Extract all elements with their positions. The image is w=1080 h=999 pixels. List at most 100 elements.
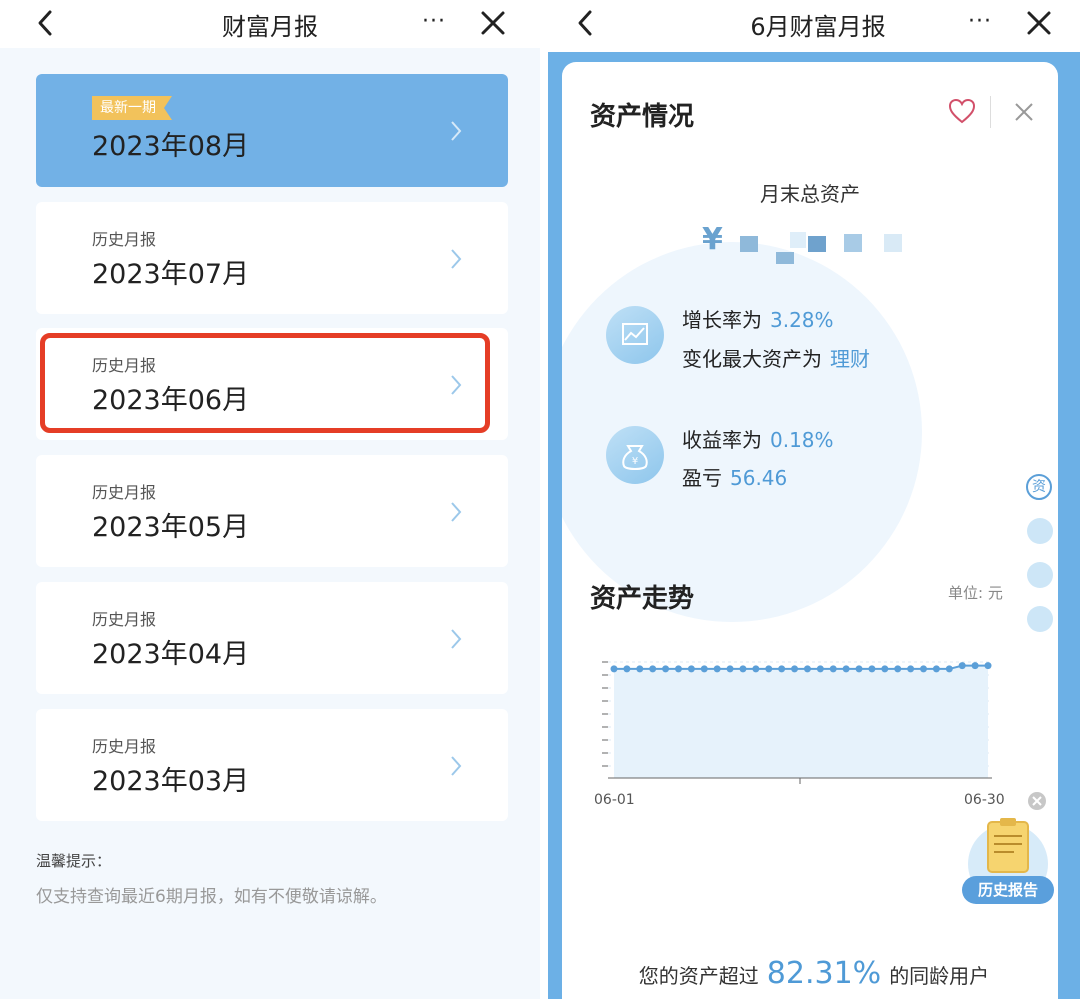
unit-label: 单位: 元 <box>948 584 1003 602</box>
data-point <box>920 665 928 673</box>
svg-text:¥: ¥ <box>632 456 638 467</box>
history-report-button[interactable]: 历史报告 <box>962 876 1054 904</box>
currency-symbol: ¥ <box>702 222 723 257</box>
side-nav-dot[interactable] <box>1027 606 1053 632</box>
peer-percent: 82.31% <box>766 956 882 991</box>
data-point <box>971 662 979 670</box>
monthly-report-list-screen: 财富月报 ··· 最新一期 2023年08月 历史月报 2023年07月 历史月… <box>0 0 540 999</box>
data-point <box>662 665 670 673</box>
data-point <box>868 665 876 673</box>
asset-trend-chart: 06-01 06-30 <box>594 661 1005 808</box>
yield-rate-label: 收益率为 <box>682 428 762 452</box>
yield-rate-line: 收益率为 0.18% <box>682 424 834 453</box>
side-nav-assets[interactable]: 资 <box>1026 474 1052 500</box>
report-month: 2023年04月 <box>92 639 250 670</box>
data-point <box>791 665 799 673</box>
history-report-card[interactable]: 历史月报 2023年04月 <box>36 582 508 694</box>
data-point <box>713 665 721 673</box>
tip-text: 仅支持查询最近6期月报，如有不便敬请谅解。 <box>36 887 387 907</box>
chevron-right-icon <box>451 502 462 522</box>
money-bag-icon: ¥ <box>606 426 664 484</box>
data-point <box>984 662 992 670</box>
data-point <box>855 665 863 673</box>
nav-bar: 6月财富月报 ··· <box>548 0 1080 48</box>
data-point <box>623 665 631 673</box>
max-change-label: 变化最大资产为 <box>682 347 822 371</box>
growth-rate-line: 增长率为 3.28% <box>682 304 834 333</box>
data-point <box>945 665 953 673</box>
latest-badge: 最新一期 <box>92 96 172 120</box>
peer-prefix: 您的资产超过 <box>638 964 759 988</box>
data-point <box>778 665 786 673</box>
report-month: 2023年05月 <box>92 512 250 543</box>
data-point <box>726 665 734 673</box>
chevron-right-icon <box>451 121 462 141</box>
more-menu-icon[interactable]: ··· <box>968 9 992 34</box>
growth-rate-label: 增长率为 <box>682 308 762 332</box>
close-icon[interactable] <box>1024 8 1054 38</box>
data-point <box>739 665 747 673</box>
page-title: 财富月报 <box>222 13 318 41</box>
history-report-card[interactable]: 历史月报 2023年07月 <box>36 202 508 314</box>
data-point <box>881 665 889 673</box>
nav-bar: 财富月报 ··· <box>0 0 540 48</box>
close-icon[interactable] <box>1014 102 1034 122</box>
history-label: 历史月报 <box>92 737 157 756</box>
data-point <box>674 665 682 673</box>
total-assets-label: 月末总资产 <box>760 182 860 206</box>
heart-icon[interactable] <box>948 98 976 124</box>
tip-title: 温馨提示： <box>36 852 112 870</box>
peer-comparison: 您的资产超过 82.31% 的同龄用户 <box>548 956 1080 991</box>
report-month: 2023年03月 <box>92 766 250 797</box>
data-point <box>610 665 618 673</box>
max-change-line: 变化最大资产为 理财 <box>682 343 870 372</box>
data-point <box>894 665 902 673</box>
history-label: 历史月报 <box>92 483 157 502</box>
data-point <box>700 665 708 673</box>
growth-rate-value: 3.28% <box>770 308 834 332</box>
side-nav-dot[interactable] <box>1027 518 1053 544</box>
history-label: 历史月报 <box>92 230 157 249</box>
data-point <box>687 665 695 673</box>
data-point <box>958 662 966 670</box>
chevron-right-icon <box>451 629 462 649</box>
series-line <box>614 664 988 670</box>
data-point <box>932 665 940 673</box>
x-tick-start: 06-01 <box>594 792 635 808</box>
report-month: 2023年08月 <box>92 131 250 162</box>
data-point <box>636 665 644 673</box>
data-point <box>752 665 760 673</box>
pnl-line: 盈亏 56.46 <box>682 462 787 491</box>
close-badge-icon[interactable] <box>1028 792 1046 810</box>
data-point <box>829 665 837 673</box>
side-nav-dot[interactable] <box>1027 562 1053 588</box>
latest-report-card[interactable]: 最新一期 2023年08月 <box>36 74 508 187</box>
chevron-right-icon <box>451 756 462 776</box>
x-tick-end: 06-30 <box>964 792 1005 808</box>
trend-section-title: 资产走势 <box>590 584 695 614</box>
more-menu-icon[interactable]: ··· <box>422 9 446 34</box>
divider <box>990 96 991 128</box>
history-report-card[interactable]: 历史月报 2023年05月 <box>36 455 508 567</box>
close-icon[interactable] <box>478 8 508 38</box>
screenshot-root: 财富月报 ··· 最新一期 2023年08月 历史月报 2023年07月 历史月… <box>0 0 1080 999</box>
asset-section-title: 资产情况 <box>590 102 695 132</box>
data-point <box>907 665 915 673</box>
max-change-value: 理财 <box>830 347 870 371</box>
growth-chart-icon <box>606 306 664 364</box>
data-point <box>765 665 773 673</box>
data-point <box>816 665 824 673</box>
history-label: 历史月报 <box>92 610 157 629</box>
series-area <box>614 665 988 778</box>
page-title: 6月财富月报 <box>750 13 886 41</box>
data-point <box>649 665 657 673</box>
peer-suffix: 的同龄用户 <box>889 964 990 988</box>
data-point <box>803 665 811 673</box>
pnl-value: 56.46 <box>730 466 788 490</box>
chevron-right-icon <box>451 249 462 269</box>
pnl-label: 盈亏 <box>682 466 722 490</box>
history-report-card[interactable]: 历史月报 2023年03月 <box>36 709 508 821</box>
data-point <box>842 665 850 673</box>
yield-rate-value: 0.18% <box>770 428 834 452</box>
report-month: 2023年07月 <box>92 259 250 290</box>
